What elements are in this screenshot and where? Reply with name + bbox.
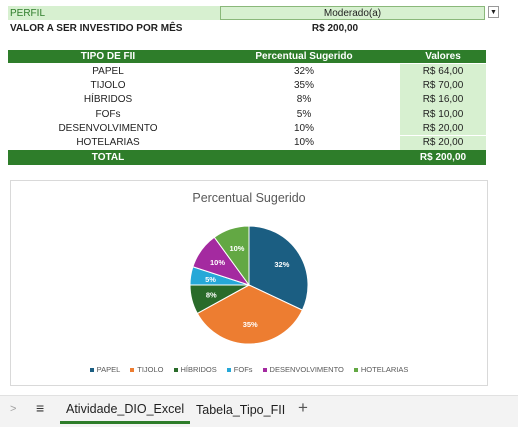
investment-value: R$ 200,00 xyxy=(311,22,359,34)
legend-item: DESENVOLVIMENTO xyxy=(262,365,344,374)
legend-swatch xyxy=(130,367,135,372)
legend-label: FOFs xyxy=(233,365,253,374)
row-percent-cell: 5% xyxy=(296,108,312,120)
menu-icon[interactable]: ≡ xyxy=(36,400,44,416)
investment-label: VALOR A SER INVESTIDO POR MÊS xyxy=(10,22,183,34)
row-percent-cell: 10% xyxy=(293,137,314,149)
legend-label: PAPEL xyxy=(96,365,121,374)
legend-swatch xyxy=(353,367,358,372)
header-tipo: TIPO DE FII xyxy=(8,50,208,63)
row-percent-cell: 32% xyxy=(293,65,314,77)
legend-label: HÍBRIDOS xyxy=(180,365,217,374)
profile-label: PERFIL xyxy=(8,6,220,20)
row-value-cell: R$ 64,00 xyxy=(400,64,486,79)
chevron-right-icon[interactable]: > xyxy=(10,403,16,415)
profile-dropdown-button[interactable]: ▼ xyxy=(488,6,499,18)
pie-data-label: 8% xyxy=(206,291,217,300)
chart-legend: PAPEL TIJOLO HÍBRIDOS FOFs DESENVOLVIMENTO HO… xyxy=(11,365,487,374)
tab-atividade[interactable]: Atividade_DIO_Excel xyxy=(60,396,191,424)
chevron-down-icon: ▼ xyxy=(490,8,497,16)
pie-chart: 32% 35% 8% 5% 10% 10% xyxy=(189,225,309,345)
row-value-cell: R$ 10,00 xyxy=(400,106,486,122)
row-type-cell: PAPEL xyxy=(92,65,124,77)
legend-swatch xyxy=(262,367,267,372)
legend-item: PAPEL xyxy=(89,365,121,374)
legend-item: FOFs xyxy=(226,365,253,374)
sheet-tab-bar: > ≡ Atividade_DIO_Excel Tabela_Tipo_FII … xyxy=(0,395,518,427)
row-type-cell: FOFs xyxy=(95,108,121,120)
pie-data-label: 10% xyxy=(210,258,225,267)
row-type-cell: DESENVOLVIMENTO xyxy=(58,122,158,134)
row-value-cell: R$ 20,00 xyxy=(400,135,486,150)
tab-tabela[interactable]: Tabela_Tipo_FII xyxy=(196,396,285,424)
row-percent-cell: 35% xyxy=(293,79,314,91)
legend-item: HOTELARIAS xyxy=(353,365,409,374)
chart-frame[interactable]: Percentual Sugerido 32% 35% 8% 5% 10% 10% PAP… xyxy=(10,180,488,386)
tab-atividade-label: Atividade_DIO_Excel xyxy=(66,401,185,416)
legend-label: DESENVOLVIMENTO xyxy=(269,365,344,374)
legend-swatch xyxy=(173,367,178,372)
row-type-cell: TIJOLO xyxy=(90,79,126,91)
header-percentual: Percentual Sugerido xyxy=(208,50,400,63)
header-valores: Valores xyxy=(400,50,486,63)
pie-data-label: 32% xyxy=(274,260,289,269)
total-value: R$ 200,00 xyxy=(400,150,486,165)
row-percent-cell: 8% xyxy=(296,94,312,106)
pie-data-label: 5% xyxy=(205,275,216,284)
row-type-cell: HOTELARIAS xyxy=(76,137,140,149)
legend-swatch xyxy=(226,367,231,372)
row-value-cell: R$ 16,00 xyxy=(400,92,486,107)
row-type-cell: HÍBRIDOS xyxy=(83,94,133,106)
legend-label: TIJOLO xyxy=(137,365,164,374)
pie-data-label: 10% xyxy=(229,244,244,253)
row-value-cell: R$ 70,00 xyxy=(400,78,486,93)
total-spacer xyxy=(208,150,400,165)
profile-select[interactable]: Moderado(a) xyxy=(220,6,485,20)
legend-label: HOTELARIAS xyxy=(360,365,409,374)
pie-data-label: 35% xyxy=(243,320,258,329)
legend-item: HÍBRIDOS xyxy=(173,365,217,374)
tab-tabela-label: Tabela_Tipo_FII xyxy=(196,403,286,417)
legend-swatch xyxy=(89,367,94,372)
total-label: TOTAL xyxy=(8,150,208,165)
row-percent-cell: 10% xyxy=(293,122,314,134)
legend-item: TIJOLO xyxy=(130,365,164,374)
row-value-cell: R$ 20,00 xyxy=(400,121,486,136)
add-sheet-icon[interactable]: + xyxy=(298,398,308,418)
